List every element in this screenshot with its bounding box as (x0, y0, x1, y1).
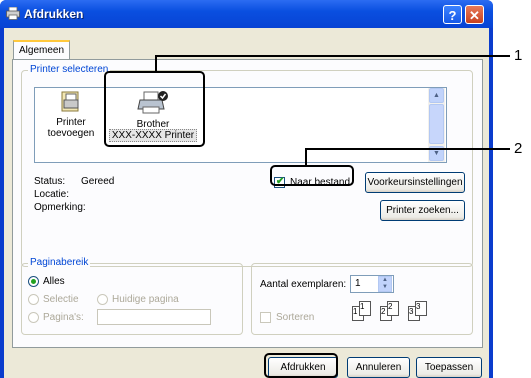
all-pages-label[interactable]: Alles (43, 276, 65, 287)
callout-line-1-vertical (155, 55, 157, 71)
callout-line-2-horizontal (305, 148, 510, 150)
callout-box-printer (104, 71, 205, 147)
printer-list[interactable]: Printer toevoegen Brother XXX-XXXX Print (34, 87, 447, 163)
help-button[interactable]: ? (443, 5, 462, 24)
collate-page: 1 (359, 301, 371, 316)
printer-icon (6, 7, 20, 20)
cancel-button[interactable]: Annuleren (347, 357, 410, 378)
printer-list-scrollbar[interactable]: ▲ ▼ (428, 88, 445, 162)
pages-radio[interactable] (28, 312, 39, 323)
pages-label[interactable]: Pagina's: (43, 312, 84, 323)
callout-box-print-button (264, 353, 338, 378)
status-label: Status: (34, 176, 66, 187)
location-label: Locatie: (34, 189, 70, 200)
general-tab-panel: Printer selecteren Printer toevoegen Bro… (12, 59, 483, 348)
apply-button[interactable]: Toepassen (416, 357, 482, 378)
selection-label[interactable]: Selectie (43, 294, 79, 305)
copies-spinner[interactable]: ▲ ▼ (378, 276, 392, 292)
page-range-legend: Paginabereik (28, 257, 91, 268)
dialog-client-area: Algemeen Printer selecteren Printer toev… (4, 28, 489, 378)
add-printer-label-1: Printer (56, 117, 86, 128)
collate-checkbox[interactable] (260, 312, 271, 323)
add-printer-label-2: toevoegen (47, 128, 95, 139)
callout-number-1: 1 (514, 47, 523, 64)
callout-line-1-horizontal (155, 55, 510, 57)
current-page-radio[interactable] (97, 294, 108, 305)
current-page-label[interactable]: Huidige pagina (112, 294, 179, 305)
preferences-button[interactable]: Voorkeursinstellingen (365, 172, 465, 193)
comment-label: Opmerking: (34, 202, 86, 213)
scroll-thumb[interactable] (429, 104, 444, 144)
tab-general[interactable]: Algemeen (13, 40, 70, 60)
title-bar[interactable]: Afdrukken ? ✕ (0, 0, 493, 28)
callout-line-2-vertical (305, 148, 307, 165)
find-printer-button[interactable]: Printer zoeken... (380, 200, 465, 221)
scroll-up-arrow-icon[interactable]: ▲ (429, 88, 444, 103)
printer-select-legend: Printer selecteren (28, 64, 111, 75)
pages-input[interactable] (97, 309, 211, 325)
copies-value: 1 (355, 278, 361, 289)
window-title: Afdrukken (24, 7, 84, 21)
add-printer-icon (61, 91, 79, 112)
printer-item-add[interactable]: Printer toevoegen (41, 90, 101, 139)
callout-box-print-to-file (270, 165, 354, 186)
copies-group: Aantal exemplaren: 1 ▲ ▼ Sorteren 1 1 2 2… (251, 263, 473, 335)
printer-select-group: Printer selecteren Printer toevoegen Bro… (21, 64, 473, 267)
close-button[interactable]: ✕ (465, 5, 484, 24)
status-value: Gereed (81, 176, 115, 187)
page-range-group: Paginabereik Alles Selectie Huidige pagi… (21, 257, 243, 335)
collate-page: 2 (387, 301, 399, 316)
callout-number-2: 2 (514, 140, 523, 157)
collate-page: 3 (415, 301, 427, 316)
collate-label[interactable]: Sorteren (276, 312, 314, 323)
selection-radio[interactable] (28, 294, 39, 305)
copies-label: Aantal exemplaren: (260, 279, 347, 290)
all-pages-radio[interactable] (28, 276, 39, 287)
